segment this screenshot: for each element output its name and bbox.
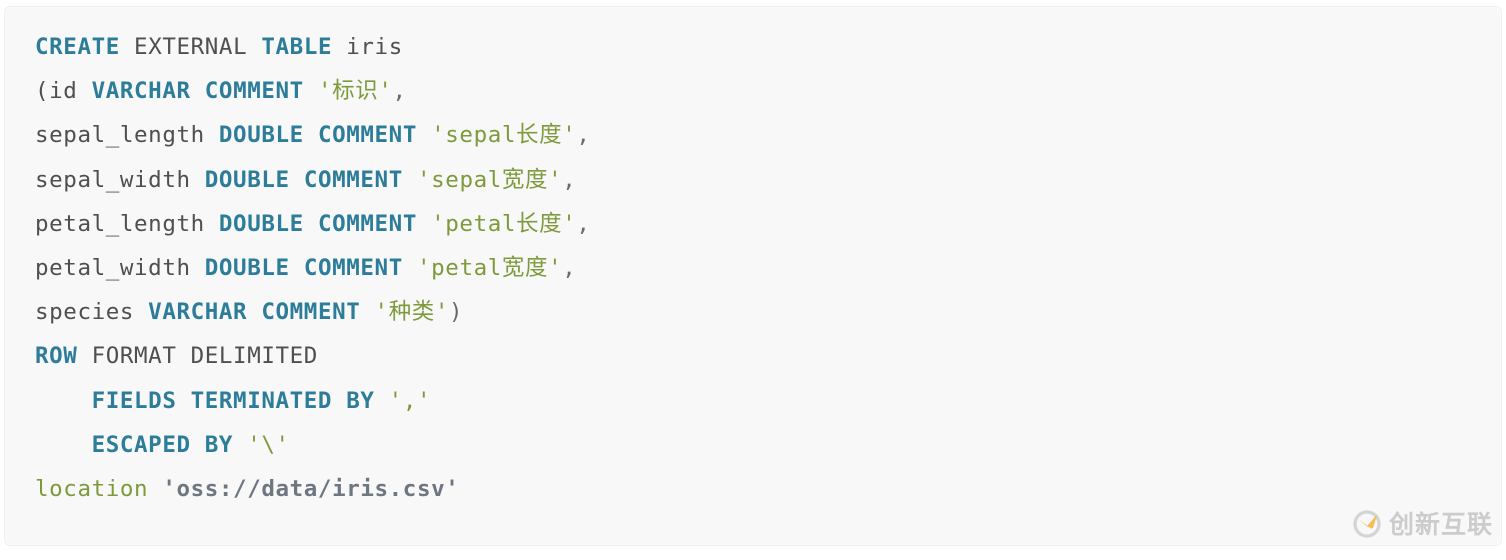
code-block: CREATE EXTERNAL TABLE iris (id VARCHAR CO… — [4, 6, 1502, 546]
code-token-plain: sepal_length — [35, 122, 219, 149]
code-token-kw: COMMENT — [303, 166, 403, 193]
code-line: ROW FORMAT DELIMITED — [35, 334, 1501, 378]
code-token-plain: FORMAT DELIMITED — [77, 343, 318, 370]
code-token-kw: DOUBLE — [204, 166, 290, 193]
code-token-str: '种类' — [374, 299, 450, 326]
code-line: location 'oss://data/iris.csv' — [35, 467, 1501, 511]
code-line: (id VARCHAR COMMENT '标识', — [35, 69, 1501, 113]
code-token-kw: CREATE — [35, 34, 120, 60]
code-line: ESCAPED BY '\' — [35, 423, 1501, 467]
code-content[interactable]: CREATE EXTERNAL TABLE iris (id VARCHAR CO… — [35, 25, 1501, 511]
code-token-plain: petal_width — [35, 254, 205, 281]
code-line: FIELDS TERMINATED BY ',' — [35, 379, 1501, 423]
swoosh-circle-logo-icon — [1352, 509, 1382, 539]
code-token-kw: VARCHAR — [91, 78, 191, 105]
code-token-str: ',' — [388, 387, 432, 414]
code-token-punc: , — [576, 122, 591, 149]
code-token-punc: ) — [449, 299, 464, 326]
code-token-kw: DOUBLE — [218, 210, 304, 237]
code-token-kw: ROW — [35, 343, 78, 370]
code-line: petal_width DOUBLE COMMENT 'petal宽度', — [35, 246, 1501, 290]
code-token-str: 'petal宽度' — [417, 254, 563, 281]
code-token-str: 'sepal宽度' — [417, 166, 563, 193]
code-token-str: 'sepal长度' — [431, 122, 577, 149]
code-token-str: location — [35, 475, 149, 502]
code-token-kw: COMMENT — [303, 254, 403, 281]
code-line: petal_length DOUBLE COMMENT 'petal长度', — [35, 202, 1501, 246]
code-token-plain: sepal_width — [35, 166, 205, 193]
code-token-plain: species — [35, 299, 149, 326]
code-token-punc: , — [392, 78, 407, 105]
code-token-punc: , — [576, 210, 591, 237]
code-token-plain: petal_length — [35, 210, 219, 237]
watermark: 创新互联 — [1352, 509, 1493, 539]
code-token-kw: FIELDS TERMINATED BY — [91, 387, 389, 414]
code-token-plain: EXTERNAL — [134, 34, 248, 60]
code-token-kw: COMMENT — [204, 78, 304, 105]
code-token-plain: iris — [332, 34, 403, 60]
watermark-label: 创新互联 — [1388, 509, 1493, 539]
code-token-str: '\' — [247, 431, 290, 458]
code-line: sepal_width DOUBLE COMMENT 'sepal宽度', — [35, 158, 1501, 202]
code-token-str: '标识' — [317, 78, 393, 105]
code-token-plain: (id — [35, 78, 92, 105]
code-token-str: 'petal长度' — [431, 210, 577, 237]
code-token-kw: COMMENT — [261, 299, 361, 326]
code-token-kw: DOUBLE — [218, 122, 304, 149]
code-line: CREATE EXTERNAL TABLE iris — [35, 25, 1501, 69]
code-token-kw: TABLE — [261, 34, 333, 60]
code-token-kw: COMMENT — [317, 210, 417, 237]
code-token-kw: DOUBLE — [204, 254, 290, 281]
code-line: sepal_length DOUBLE COMMENT 'sepal长度', — [35, 113, 1501, 157]
code-line: species VARCHAR COMMENT '种类') — [35, 290, 1501, 334]
code-token-kw: VARCHAR — [148, 299, 248, 326]
code-token-kw: ESCAPED BY — [91, 431, 248, 458]
code-token-path: 'oss://data/iris.csv' — [162, 475, 460, 502]
code-token-kw: COMMENT — [317, 122, 417, 149]
code-token-punc: , — [562, 254, 577, 281]
code-token-punc: , — [562, 166, 577, 193]
